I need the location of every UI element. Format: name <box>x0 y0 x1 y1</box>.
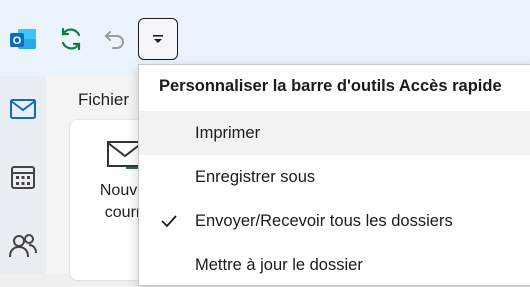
menu-item-label: Imprimer <box>195 123 261 142</box>
customize-toolbar-icon <box>153 35 163 43</box>
people-icon[interactable] <box>8 230 38 260</box>
svg-text:O: O <box>13 35 22 47</box>
calendar-icon[interactable] <box>8 162 38 192</box>
file-tab[interactable]: Fichier <box>78 90 129 110</box>
undo-icon[interactable] <box>100 24 130 54</box>
menu-item-label: Mettre à jour le dossier <box>195 255 363 274</box>
menu-item-label: Enregistrer sous <box>195 167 316 186</box>
mail-icon[interactable] <box>8 94 38 124</box>
menu-item-save-as[interactable]: Enregistrer sous <box>139 155 530 199</box>
outlook-logo-icon: O <box>8 24 38 54</box>
menu-item-label: Envoyer/Recevoir tous les dossiers <box>195 211 453 230</box>
menu-item-send-receive-all[interactable]: Envoyer/Recevoir tous les dossiers <box>139 199 530 243</box>
customize-toolbar-menu: Personnaliser la barre d'outils Accès ra… <box>138 64 530 286</box>
left-navigation-rail <box>0 76 46 274</box>
customize-toolbar-button[interactable] <box>138 18 178 60</box>
menu-item-update-folder[interactable]: Mettre à jour le dossier <box>139 243 530 287</box>
menu-title: Personnaliser la barre d'outils Accès ra… <box>159 77 502 95</box>
menu-item-print[interactable]: Imprimer <box>139 111 530 155</box>
sync-icon[interactable] <box>56 24 86 54</box>
checkmark-icon <box>161 215 177 228</box>
